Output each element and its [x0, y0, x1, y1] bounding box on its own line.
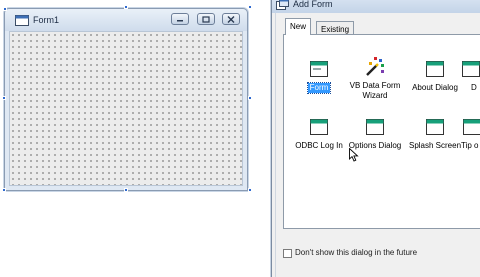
form-icon [424, 58, 446, 80]
form1-window[interactable]: Form1 [4, 8, 248, 191]
dont-show-label: Don't show this dialog in the future [295, 248, 417, 257]
form1-grid-surface[interactable] [9, 31, 243, 186]
tab-existing-label: Existing [321, 25, 349, 34]
maximize-button[interactable] [197, 13, 215, 25]
resize-handle[interactable] [248, 5, 252, 9]
tab-new-label: New [290, 22, 306, 31]
form-icon [424, 116, 446, 138]
form-icon [461, 116, 480, 138]
add-form-icon [276, 0, 289, 10]
form-icon [460, 58, 480, 80]
form-icon [364, 116, 386, 138]
resize-handle [3, 7, 7, 11]
dialog-title: Add Form [293, 0, 333, 9]
resize-handle[interactable] [2, 188, 6, 192]
form-designer: Form1 [0, 0, 270, 270]
template-label: Tip o [459, 141, 480, 151]
minimize-button[interactable] [171, 13, 189, 25]
template-list: Form VB Data Form Wizard [283, 34, 480, 229]
dialog-body: New Existing Form [275, 13, 480, 277]
close-button[interactable] [222, 13, 240, 25]
template-label: ODBC Log In [293, 141, 345, 151]
template-label: Splash Screen [407, 141, 463, 151]
form-icon [308, 116, 330, 138]
form1-titlebar[interactable]: Form1 [5, 9, 247, 31]
close-icon [227, 16, 235, 23]
template-label: VB Data Form Wizard [348, 81, 403, 101]
dialog-titlebar[interactable]: Add Form [272, 0, 480, 13]
dont-show-checkbox[interactable] [283, 249, 292, 258]
template-label: About Dialog [410, 83, 460, 93]
wizard-icon [364, 56, 386, 78]
maximize-icon [202, 16, 210, 23]
tab-new[interactable]: New [285, 18, 311, 35]
resize-handle[interactable] [124, 5, 128, 9]
template-label: D [459, 83, 479, 93]
mouse-cursor-icon [349, 148, 359, 162]
template-partial-d[interactable]: D [459, 58, 480, 93]
resize-handle[interactable] [248, 96, 252, 100]
form1-title: Form1 [33, 15, 59, 25]
template-label-line2: Wizard [363, 91, 388, 100]
add-form-dialog: Add Form New Existing Form [271, 0, 480, 277]
resize-handle[interactable] [124, 188, 128, 192]
minimize-icon [176, 16, 184, 22]
form-window-icon [15, 15, 29, 26]
template-vb-data-form-wizard[interactable]: VB Data Form Wizard [342, 56, 408, 101]
form-icon [308, 58, 330, 80]
resize-handle[interactable] [2, 96, 6, 100]
template-partial-tip[interactable]: Tip o [459, 116, 480, 151]
template-label: Form [308, 83, 331, 93]
resize-handle[interactable] [248, 188, 252, 192]
template-options-dialog[interactable]: Options Dialog [342, 116, 408, 151]
template-label-line1: VB Data Form [350, 81, 401, 90]
